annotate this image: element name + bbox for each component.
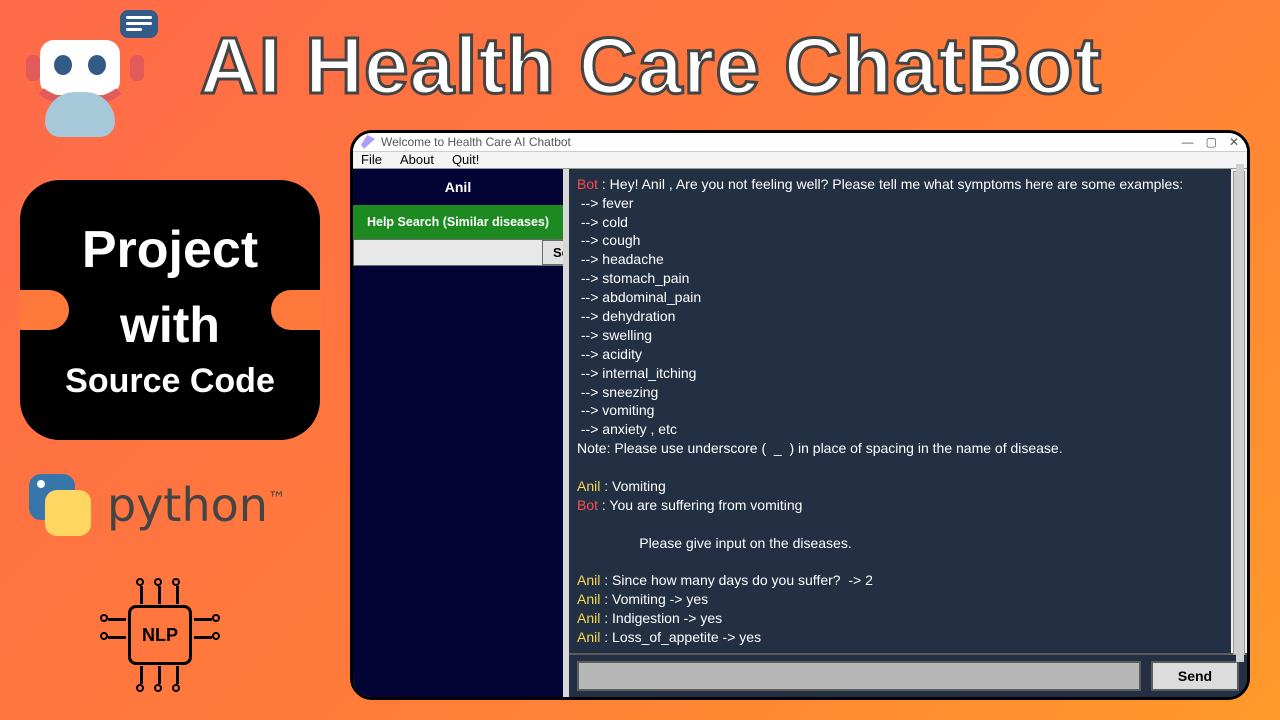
sidebar: Anil Help Search (Similar diseases) Sear… bbox=[353, 169, 563, 697]
chat-line: --> dehydration bbox=[577, 307, 1239, 326]
chat-line: --> cold bbox=[577, 213, 1239, 232]
chat-line: Anil : Loss_of_appetite -> yes bbox=[577, 628, 1239, 647]
menu-file[interactable]: File bbox=[361, 152, 382, 167]
chat-line: Note: Please use underscore ( _ ) in pla… bbox=[577, 439, 1239, 458]
chat-line: --> internal_itching bbox=[577, 364, 1239, 383]
chat-transcript: Bot : Hey! Anil , Are you not feeling we… bbox=[569, 169, 1247, 653]
promo-badge: Project with Source Code bbox=[20, 180, 320, 440]
python-badge: python™ bbox=[25, 470, 286, 540]
chat-line: --> swelling bbox=[577, 326, 1239, 345]
chat-line: Bot : You are suffering from vomiting bbox=[577, 496, 1239, 515]
chat-line: --> cough bbox=[577, 231, 1239, 250]
chat-line: Please give input on the diseases. bbox=[577, 534, 1239, 553]
menu-bar: File About Quit! bbox=[353, 152, 1247, 169]
chat-line: --> fever bbox=[577, 194, 1239, 213]
chat-line: Anil : Vomiting bbox=[577, 477, 1239, 496]
window-maximize-button[interactable]: ▢ bbox=[1206, 135, 1217, 149]
chat-line: Anil : Indigestion -> yes bbox=[577, 609, 1239, 628]
chat-line bbox=[577, 553, 1239, 572]
chat-line: Bot : Hey! Anil , Are you not feeling we… bbox=[577, 175, 1239, 194]
sidebar-username: Anil bbox=[353, 169, 563, 205]
python-label: python™ bbox=[107, 478, 286, 532]
chat-line: --> abdominal_pain bbox=[577, 288, 1239, 307]
chat-line: Anil : Since how many days do you suffer… bbox=[577, 571, 1239, 590]
disease-search-input[interactable] bbox=[354, 240, 542, 265]
chatbot-logo-icon bbox=[20, 10, 150, 140]
message-input[interactable] bbox=[577, 661, 1141, 691]
app-window: Welcome to Health Care AI Chatbot — ▢ ✕ … bbox=[350, 130, 1250, 700]
page-title: AI Health Care ChatBot bbox=[200, 20, 1102, 112]
promo-line3: Source Code bbox=[65, 362, 275, 401]
chat-line: --> stomach_pain bbox=[577, 269, 1239, 288]
nlp-chip-icon: NLP bbox=[100, 580, 220, 690]
window-titlebar[interactable]: Welcome to Health Care AI Chatbot — ▢ ✕ bbox=[353, 133, 1247, 152]
menu-quit[interactable]: Quit! bbox=[452, 152, 479, 167]
chat-scrollbar[interactable] bbox=[1231, 169, 1247, 653]
window-title: Welcome to Health Care AI Chatbot bbox=[381, 135, 571, 149]
tk-feather-icon bbox=[361, 135, 375, 149]
chat-line: --> headache bbox=[577, 250, 1239, 269]
promo-line1: Project bbox=[82, 220, 258, 280]
help-search-header: Help Search (Similar diseases) bbox=[353, 205, 563, 239]
chat-line bbox=[577, 515, 1239, 534]
chat-line: --> vomiting bbox=[577, 401, 1239, 420]
promo-line2: with bbox=[120, 296, 220, 354]
menu-about[interactable]: About bbox=[400, 152, 434, 167]
window-minimize-button[interactable]: — bbox=[1182, 135, 1194, 149]
chat-line: --> sneezing bbox=[577, 383, 1239, 402]
chat-line bbox=[577, 458, 1239, 477]
chat-line: Anil : Vomiting -> yes bbox=[577, 590, 1239, 609]
send-button[interactable]: Send bbox=[1151, 661, 1239, 691]
chat-line: --> anxiety , etc bbox=[577, 420, 1239, 439]
chat-area: Bot : Hey! Anil , Are you not feeling we… bbox=[563, 169, 1247, 697]
window-close-button[interactable]: ✕ bbox=[1229, 135, 1239, 149]
chat-line: --> acidity bbox=[577, 345, 1239, 364]
python-logo-icon bbox=[25, 470, 95, 540]
